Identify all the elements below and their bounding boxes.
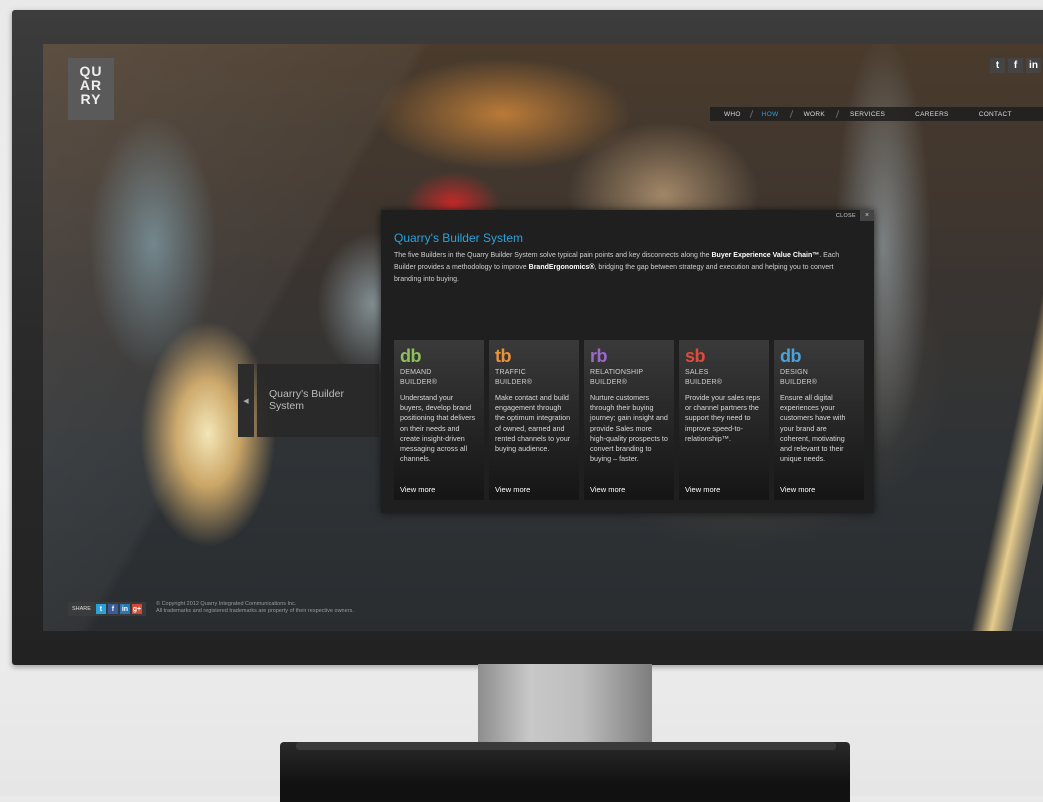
builder-desc: Understand your buyers, develop brand po…	[400, 393, 476, 464]
builder-cards: db DEMAND BUILDER® Understand your buyers…	[394, 340, 864, 500]
nav-item-contact[interactable]: CONTACT	[979, 111, 1012, 118]
share-bar: SHARE t f in g+	[68, 602, 146, 616]
builder-name-line: RELATIONSHIP	[590, 369, 644, 376]
facebook-icon[interactable]: f	[1008, 58, 1023, 73]
monitor-base-top	[296, 742, 836, 750]
twitter-icon[interactable]: t	[990, 58, 1005, 73]
builder-name-line: BUILDER®	[780, 379, 818, 386]
builder-abbr: rb	[590, 346, 608, 366]
logo-line: QU	[79, 63, 103, 79]
builder-name-line: SALES	[685, 369, 709, 376]
builder-card-relationship[interactable]: rb RELATIONSHIP BUILDER® Nurture customer…	[584, 340, 674, 500]
twitter-icon[interactable]: t	[95, 604, 106, 614]
modal-title: Quarry's Builder System	[394, 231, 523, 245]
builder-name-line: BUILDER®	[495, 379, 533, 386]
nav-item-work[interactable]: WORK	[804, 111, 825, 118]
builder-card-sales[interactable]: sb SALES BUILDER® Provide your sales reps…	[679, 340, 769, 500]
quarry-logo[interactable]: QU AR RY	[68, 58, 114, 120]
monitor-neck	[478, 664, 652, 754]
builder-name-line: TRAFFIC	[495, 369, 526, 376]
builder-abbr: tb	[495, 346, 512, 366]
desc-bold: BrandErgonomics®	[528, 264, 595, 271]
view-more-link[interactable]: View more	[685, 485, 720, 494]
builder-card-traffic[interactable]: tb TRAFFIC BUILDER® Make contact and buil…	[489, 340, 579, 500]
nav-item-services[interactable]: SERVICES	[850, 111, 885, 118]
builder-desc: Nurture customers through their buying j…	[590, 393, 668, 464]
collapse-arrow-icon[interactable]: ◀	[238, 364, 254, 437]
nav-separator	[749, 110, 754, 118]
builder-name-line: BUILDER®	[400, 379, 438, 386]
side-tab-builder-system[interactable]: Quarry's Builder System	[257, 364, 379, 437]
copyright-line: All trademarks and registered trademarks…	[156, 608, 354, 614]
nav-item-how[interactable]: HOW	[762, 111, 779, 118]
close-icon[interactable]: ×	[860, 210, 874, 221]
builder-abbr: db	[400, 346, 422, 366]
builder-name: DESIGN BUILDER®	[780, 368, 858, 388]
desc-text: The five Builders in the Quarry Builder …	[394, 252, 712, 259]
modal-description: The five Builders in the Quarry Builder …	[394, 250, 862, 286]
builder-name: SALES BUILDER®	[685, 368, 763, 388]
google-plus-icon[interactable]: g+	[131, 604, 142, 614]
nav-item-careers[interactable]: CAREERS	[915, 111, 949, 118]
linkedin-icon[interactable]: in	[1026, 58, 1041, 73]
builder-abbr: sb	[685, 346, 706, 366]
main-nav: WHO HOW WORK SERVICES CAREERS CONTACT	[710, 107, 1043, 121]
linkedin-icon[interactable]: in	[119, 604, 130, 614]
builder-name-line: BUILDER®	[590, 379, 628, 386]
view-more-link[interactable]: View more	[780, 485, 815, 494]
copyright-text: © Copyright 2012 Quarry Integrated Commu…	[156, 601, 354, 615]
monitor-screen: QU AR RY t f in WHO HOW WORK SERVICES CA…	[43, 44, 1043, 631]
facebook-icon[interactable]: f	[107, 604, 118, 614]
builder-desc: Make contact and build engagement throug…	[495, 393, 571, 454]
builder-desc: Provide your sales reps or channel partn…	[685, 393, 761, 443]
builder-card-demand[interactable]: db DEMAND BUILDER® Understand your buyers…	[394, 340, 484, 500]
logo-line: RY	[80, 91, 102, 107]
social-links: t f in	[990, 58, 1041, 73]
builder-card-design[interactable]: db DESIGN BUILDER® Ensure all digital exp…	[774, 340, 864, 500]
builder-system-modal: CLOSE × Quarry's Builder System The five…	[381, 210, 874, 513]
builder-name-line: DEMAND	[400, 369, 432, 376]
view-more-link[interactable]: View more	[495, 485, 530, 494]
view-more-link[interactable]: View more	[590, 485, 625, 494]
share-label: SHARE	[72, 606, 91, 612]
view-more-link[interactable]: View more	[400, 485, 435, 494]
copyright-line: © Copyright 2012 Quarry Integrated Commu…	[156, 601, 297, 607]
logo-line: AR	[79, 77, 103, 93]
builder-name: TRAFFIC BUILDER®	[495, 368, 573, 388]
monitor-base	[280, 742, 850, 802]
nav-item-who[interactable]: WHO	[724, 111, 741, 118]
close-label[interactable]: CLOSE	[836, 213, 856, 219]
builder-name: RELATIONSHIP BUILDER®	[590, 368, 668, 388]
builder-desc: Ensure all digital experiences your cust…	[780, 393, 846, 464]
nav-separator	[789, 110, 793, 118]
builder-name-line: BUILDER®	[685, 379, 723, 386]
builder-abbr: db	[780, 346, 802, 366]
close-control: CLOSE ×	[836, 210, 874, 221]
desc-bold: Buyer Experience Value Chain™	[711, 252, 820, 259]
nav-separator	[835, 110, 840, 118]
builder-name: DEMAND BUILDER®	[400, 368, 478, 388]
builder-name-line: DESIGN	[780, 369, 809, 376]
